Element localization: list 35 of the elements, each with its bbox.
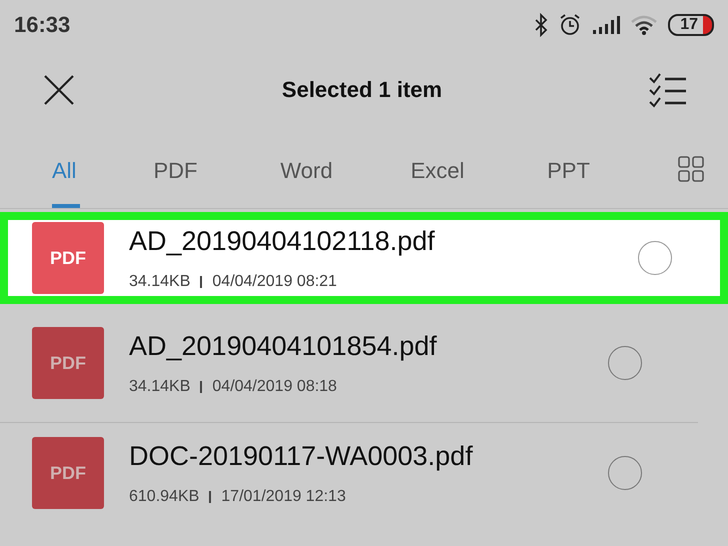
file-row[interactable]: PDF DOC-20190117-WA0003.pdf 610.94KB 17/01/2019 12:13 — [0, 423, 698, 523]
file-date: 04/04/2019 08:18 — [212, 378, 337, 396]
file-date: 04/04/2019 08:21 — [212, 272, 337, 290]
select-radio[interactable] — [638, 241, 672, 275]
grid-view-icon[interactable] — [678, 156, 704, 182]
file-date: 17/01/2019 12:13 — [221, 488, 346, 506]
file-name: DOC-20190117-WA0003.pdf — [129, 440, 474, 472]
alarm-clock-icon — [558, 13, 582, 37]
select-radio[interactable] — [608, 346, 642, 380]
pdf-file-icon: PDF — [32, 437, 104, 509]
file-size: 34.14KB — [129, 272, 190, 290]
category-tab[interactable]: PPT — [503, 130, 634, 208]
bluetooth-icon — [534, 13, 548, 37]
file-size: 34.14KB — [129, 378, 190, 396]
wifi-icon — [630, 14, 658, 36]
category-tab[interactable]: Word — [241, 130, 372, 208]
separator-bar — [200, 276, 202, 288]
category-tab[interactable]: PDF — [110, 130, 241, 208]
file-name: AD_20190404101854.pdf — [129, 330, 438, 362]
pdf-file-icon: PDF — [32, 327, 104, 399]
close-icon[interactable] — [42, 73, 76, 107]
status-time: 16:33 — [14, 12, 70, 38]
file-size: 610.94KB — [129, 488, 200, 506]
separator-bar — [200, 380, 202, 392]
select-radio[interactable] — [608, 456, 642, 490]
file-row[interactable]: PDF AD_20190404101854.pdf 34.14KB 04/04/2019 08:18 — [0, 304, 698, 423]
pdf-file-icon: PDF — [32, 222, 104, 294]
battery-indicator: 17 — [668, 14, 714, 36]
file-row[interactable]: PDF AD_20190404102118.pdf 34.14KB 04/04/2019 08:21 — [0, 212, 728, 304]
signal-icon — [592, 15, 620, 35]
file-name: AD_20190404102118.pdf — [129, 226, 436, 256]
category-tab[interactable]: Excel — [372, 130, 503, 208]
separator-bar — [209, 490, 212, 502]
checklist-icon[interactable] — [648, 72, 688, 108]
toolbar-title: Selected 1 item — [282, 77, 442, 103]
